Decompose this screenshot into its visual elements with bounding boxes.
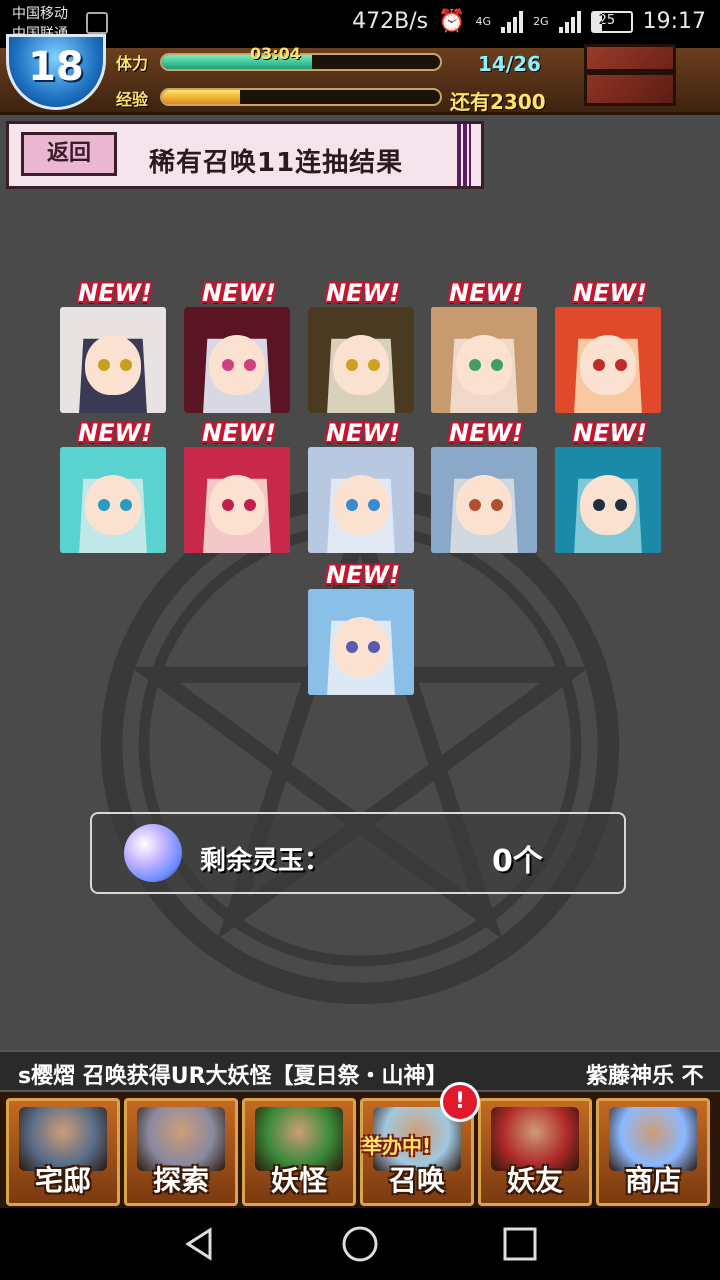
back-triangle-icon[interactable] — [180, 1224, 220, 1264]
character-portrait — [431, 447, 537, 553]
stamina-timer: 03:04 — [250, 44, 301, 63]
character-portrait — [555, 447, 661, 553]
new-badge: NEW! — [449, 279, 523, 307]
character-portrait — [308, 589, 414, 695]
character-portrait — [60, 447, 166, 553]
remaining-jade-panel: 剩余灵玉： 0个 — [90, 812, 626, 894]
new-badge: NEW! — [326, 279, 400, 307]
character-portrait — [60, 307, 166, 413]
result-card[interactable]: NEW! — [184, 279, 290, 413]
nav-item-4[interactable]: 妖友 — [478, 1098, 592, 1206]
result-card[interactable]: NEW! — [555, 279, 661, 413]
status-bar: 中国移动 中国联通 472B/s ⏰ 4G 2G 25 19:17 — [0, 0, 720, 48]
new-badge: NEW! — [449, 419, 523, 447]
gallery-notification-icon — [86, 12, 108, 34]
result-card[interactable]: NEW! — [308, 279, 414, 413]
result-card[interactable]: NEW! — [308, 561, 414, 695]
level-number: 18 — [28, 44, 84, 90]
exp-label: 经验 — [116, 90, 149, 109]
stamina-label: 体力 — [116, 54, 149, 73]
new-badge: NEW! — [202, 419, 276, 447]
nav-label: 宅邸 — [34, 1164, 91, 1197]
new-badge: NEW! — [202, 279, 276, 307]
character-portrait — [431, 307, 537, 413]
remaining-jade-value: 0个 — [492, 844, 543, 879]
signal-2-icon — [558, 10, 581, 33]
system-navigation-bar — [0, 1208, 720, 1280]
net-2g-label: 2G — [533, 15, 549, 28]
remaining-jade-label: 剩余灵玉： — [200, 846, 331, 876]
network-speed: 472B/s — [352, 9, 429, 34]
character-portrait — [308, 307, 414, 413]
new-badge: NEW! — [78, 419, 152, 447]
signal-1-icon — [501, 10, 524, 33]
page-title: 稀有召唤11连抽结果 — [149, 148, 404, 178]
carrier-1: 中国移动 — [12, 6, 68, 22]
exp-bar — [160, 88, 442, 106]
nav-label: 妖怪 — [270, 1164, 327, 1197]
result-card[interactable]: NEW! — [60, 419, 166, 553]
ticker-message-2: 紫藤神乐 不 — [586, 1064, 704, 1089]
new-badge: NEW! — [326, 419, 400, 447]
exp-remaining: 还有2300 — [450, 90, 546, 114]
back-button[interactable]: 返回 — [21, 132, 117, 176]
new-badge: NEW! — [573, 279, 647, 307]
character-portrait — [184, 447, 290, 553]
ticker-message-1: s樱熠 召唤获得UR大妖怪【夏日祭・山神】 — [18, 1064, 448, 1089]
new-badge: NEW! — [78, 279, 152, 307]
header-decoration — [457, 124, 471, 186]
nav-item-5[interactable]: 商店 — [596, 1098, 710, 1206]
nav-item-0[interactable]: 宅邸 — [6, 1098, 120, 1206]
result-header: 返回 稀有召唤11连抽结果 — [6, 121, 484, 189]
summon-results-panel: 返回 稀有召唤11连抽结果 NEW! NEW! NEW! NEW! NEW! NEW! NE… — [0, 115, 720, 1050]
home-circle-icon[interactable] — [340, 1224, 380, 1264]
summon-alert-badge: ! — [440, 1082, 480, 1122]
net-4g-label: 4G — [475, 15, 492, 28]
result-card[interactable]: NEW! — [308, 419, 414, 553]
character-portrait — [555, 307, 661, 413]
result-card[interactable]: NEW! — [184, 419, 290, 553]
alarm-icon: ⏰ — [438, 9, 466, 34]
nav-label: 召唤 — [388, 1164, 445, 1197]
result-card[interactable]: NEW! — [431, 279, 537, 413]
nav-label: 妖友 — [506, 1164, 563, 1197]
nav-label: 探索 — [152, 1164, 209, 1197]
stamina-bar — [160, 53, 442, 71]
new-badge: NEW! — [573, 419, 647, 447]
result-card[interactable]: NEW! — [431, 419, 537, 553]
recents-square-icon[interactable] — [500, 1224, 540, 1264]
character-portrait — [184, 307, 290, 413]
new-badge: NEW! — [326, 561, 400, 589]
nav-item-1[interactable]: 探索 — [124, 1098, 238, 1206]
nav-label: 商店 — [624, 1164, 681, 1197]
nav-item-2[interactable]: 妖怪 — [242, 1098, 356, 1206]
result-card[interactable]: NEW! — [555, 419, 661, 553]
character-portrait — [308, 447, 414, 553]
bottom-navigation: 宅邸 探索 妖怪 召唤 妖友 商店 — [0, 1092, 720, 1208]
result-card-grid: NEW! NEW! NEW! NEW! NEW! NEW! NEW! NEW! NEW! NEW!… — [0, 279, 720, 705]
battery-icon: 25 — [590, 10, 633, 33]
stamina-count: 14/26 — [478, 52, 541, 76]
treasure-chest-icon[interactable] — [584, 44, 676, 106]
clock: 19:17 — [642, 9, 706, 34]
summon-event-tag: 举办中! — [362, 1134, 432, 1158]
result-card[interactable]: NEW! — [60, 279, 166, 413]
battery-level: 25 — [598, 12, 616, 28]
spirit-jade-orb-icon — [124, 824, 182, 882]
announcement-ticker: s樱熠 召唤获得UR大妖怪【夏日祭・山神】 紫藤神乐 不 — [0, 1050, 720, 1092]
